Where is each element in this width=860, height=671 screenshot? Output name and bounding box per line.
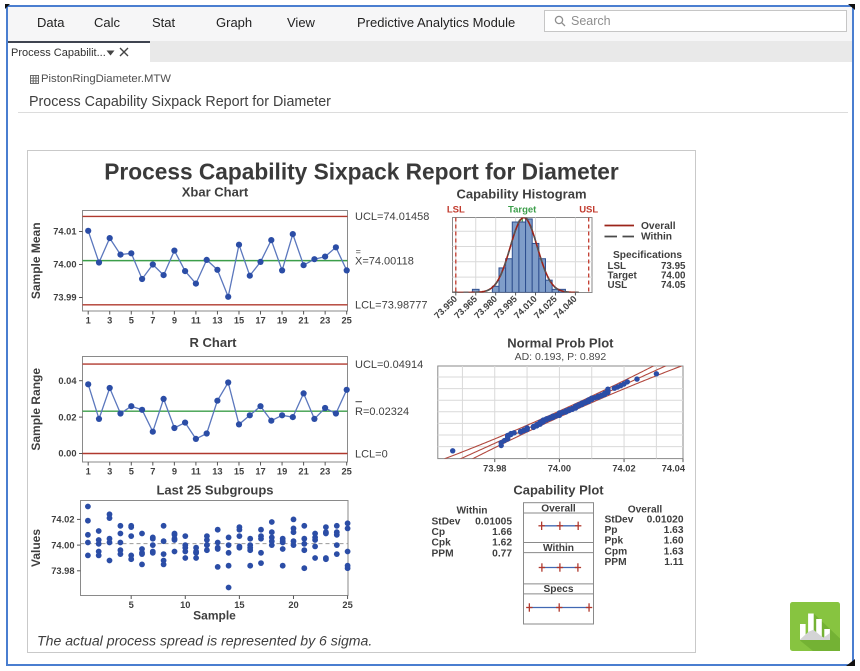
svg-text:7: 7 xyxy=(150,467,155,477)
svg-text:LCL=73.98777: LCL=73.98777 xyxy=(355,300,427,312)
svg-text:1.62: 1.62 xyxy=(492,538,512,549)
svg-text:1: 1 xyxy=(86,467,91,477)
svg-text:USL: USL xyxy=(608,280,628,291)
svg-text:23: 23 xyxy=(320,467,330,477)
svg-text:UCL=0.04914: UCL=0.04914 xyxy=(355,359,423,371)
svg-text:Xbar Chart: Xbar Chart xyxy=(182,185,249,200)
svg-text:Specs: Specs xyxy=(543,584,573,595)
svg-text:7: 7 xyxy=(150,316,155,326)
svg-text:Last 25 Subgroups: Last 25 Subgroups xyxy=(156,483,273,498)
svg-text:LCL=0: LCL=0 xyxy=(355,448,388,460)
svg-text:10: 10 xyxy=(180,600,190,610)
svg-text:25: 25 xyxy=(342,600,352,610)
svg-text:73.98: 73.98 xyxy=(51,566,74,576)
svg-text:20: 20 xyxy=(288,600,298,610)
svg-text:23: 23 xyxy=(320,316,330,326)
svg-text:5: 5 xyxy=(129,600,134,610)
svg-text:0.00: 0.00 xyxy=(58,449,76,459)
svg-text:19: 19 xyxy=(277,316,287,326)
svg-text:Within: Within xyxy=(456,506,487,517)
svg-text:Sample Mean: Sample Mean xyxy=(29,222,43,299)
svg-text:25: 25 xyxy=(342,467,352,477)
svg-text:Within: Within xyxy=(641,232,672,243)
svg-text:UCL=74.01458: UCL=74.01458 xyxy=(355,211,429,223)
svg-text:StDev: StDev xyxy=(605,515,634,526)
svg-text:Within: Within xyxy=(543,543,574,554)
svg-text:15: 15 xyxy=(234,467,244,477)
svg-text:Cpm: Cpm xyxy=(605,546,628,557)
svg-text:74.05: 74.05 xyxy=(661,280,686,291)
svg-text:R=0.02324: R=0.02324 xyxy=(355,406,409,418)
svg-text:0.01005: 0.01005 xyxy=(475,517,512,528)
svg-text:USL: USL xyxy=(579,205,598,216)
svg-text:9: 9 xyxy=(172,316,177,326)
svg-text:1: 1 xyxy=(86,316,91,326)
svg-text:1.63: 1.63 xyxy=(664,525,684,536)
svg-text:3: 3 xyxy=(107,467,112,477)
svg-text:11: 11 xyxy=(191,316,201,326)
svg-text:0.04: 0.04 xyxy=(58,376,77,386)
svg-text:3: 3 xyxy=(107,316,112,326)
svg-text:5: 5 xyxy=(129,467,134,477)
svg-text:74.02: 74.02 xyxy=(612,464,635,474)
svg-text:Target: Target xyxy=(508,205,537,216)
svg-text:1.66: 1.66 xyxy=(492,527,512,538)
svg-text:Pp: Pp xyxy=(605,525,618,536)
svg-text:R Chart: R Chart xyxy=(190,335,238,350)
svg-text:25: 25 xyxy=(342,316,352,326)
svg-text:1.63: 1.63 xyxy=(664,546,684,557)
svg-text:Ppk: Ppk xyxy=(605,536,624,547)
svg-text:The actual process spread is r: The actual process spread is represented… xyxy=(37,633,372,649)
svg-text:74.040: 74.040 xyxy=(552,294,579,321)
svg-text:Process Capability Sixpack Rep: Process Capability Sixpack Report for Di… xyxy=(104,159,619,185)
svg-text:74.02: 74.02 xyxy=(51,515,74,525)
svg-text:19: 19 xyxy=(277,467,287,477)
svg-text:Capability Histogram: Capability Histogram xyxy=(456,187,586,202)
svg-text:9: 9 xyxy=(172,467,177,477)
svg-text:Cpk: Cpk xyxy=(432,538,452,549)
svg-text:74.00: 74.00 xyxy=(548,464,571,474)
svg-text:Normal Prob Plot: Normal Prob Plot xyxy=(507,336,614,351)
svg-text:21: 21 xyxy=(298,316,308,326)
svg-text:21: 21 xyxy=(298,467,308,477)
svg-text:Overall: Overall xyxy=(641,221,676,232)
svg-text:Sample Range: Sample Range xyxy=(29,368,43,451)
svg-text:13: 13 xyxy=(212,467,222,477)
svg-text:=: = xyxy=(356,246,361,256)
svg-text:X=74.00118: X=74.00118 xyxy=(355,255,414,267)
svg-text:0.77: 0.77 xyxy=(492,548,512,559)
svg-text:Sample: Sample xyxy=(193,609,236,623)
svg-text:13: 13 xyxy=(212,316,222,326)
svg-text:74.00: 74.00 xyxy=(51,540,74,550)
svg-text:AD: 0.193, P: 0.892: AD: 0.193, P: 0.892 xyxy=(515,351,607,363)
svg-text:Capability Plot: Capability Plot xyxy=(513,483,604,498)
svg-text:PPM: PPM xyxy=(605,557,627,568)
svg-text:73.98: 73.98 xyxy=(483,464,506,474)
svg-text:17: 17 xyxy=(255,467,265,477)
svg-text:Values: Values xyxy=(29,529,43,567)
svg-text:1.60: 1.60 xyxy=(664,536,684,547)
svg-text:Specifications: Specifications xyxy=(613,250,682,261)
svg-text:PPM: PPM xyxy=(432,548,454,559)
svg-text:73.99: 73.99 xyxy=(53,293,76,303)
svg-text:Overall: Overall xyxy=(541,503,576,514)
svg-text:74.04: 74.04 xyxy=(662,464,686,474)
svg-text:5: 5 xyxy=(129,316,134,326)
svg-text:74.00: 74.00 xyxy=(53,260,76,270)
svg-text:17: 17 xyxy=(255,316,265,326)
svg-text:StDev: StDev xyxy=(432,517,461,528)
svg-text:74.01: 74.01 xyxy=(53,227,76,237)
svg-text:15: 15 xyxy=(234,316,244,326)
svg-text:LSL: LSL xyxy=(447,205,465,216)
svg-text:11: 11 xyxy=(191,467,201,477)
svg-text:Cp: Cp xyxy=(432,527,446,538)
svg-text:0.01020: 0.01020 xyxy=(647,515,684,526)
svg-text:0.02: 0.02 xyxy=(58,412,76,422)
svg-text:1.11: 1.11 xyxy=(664,557,684,568)
